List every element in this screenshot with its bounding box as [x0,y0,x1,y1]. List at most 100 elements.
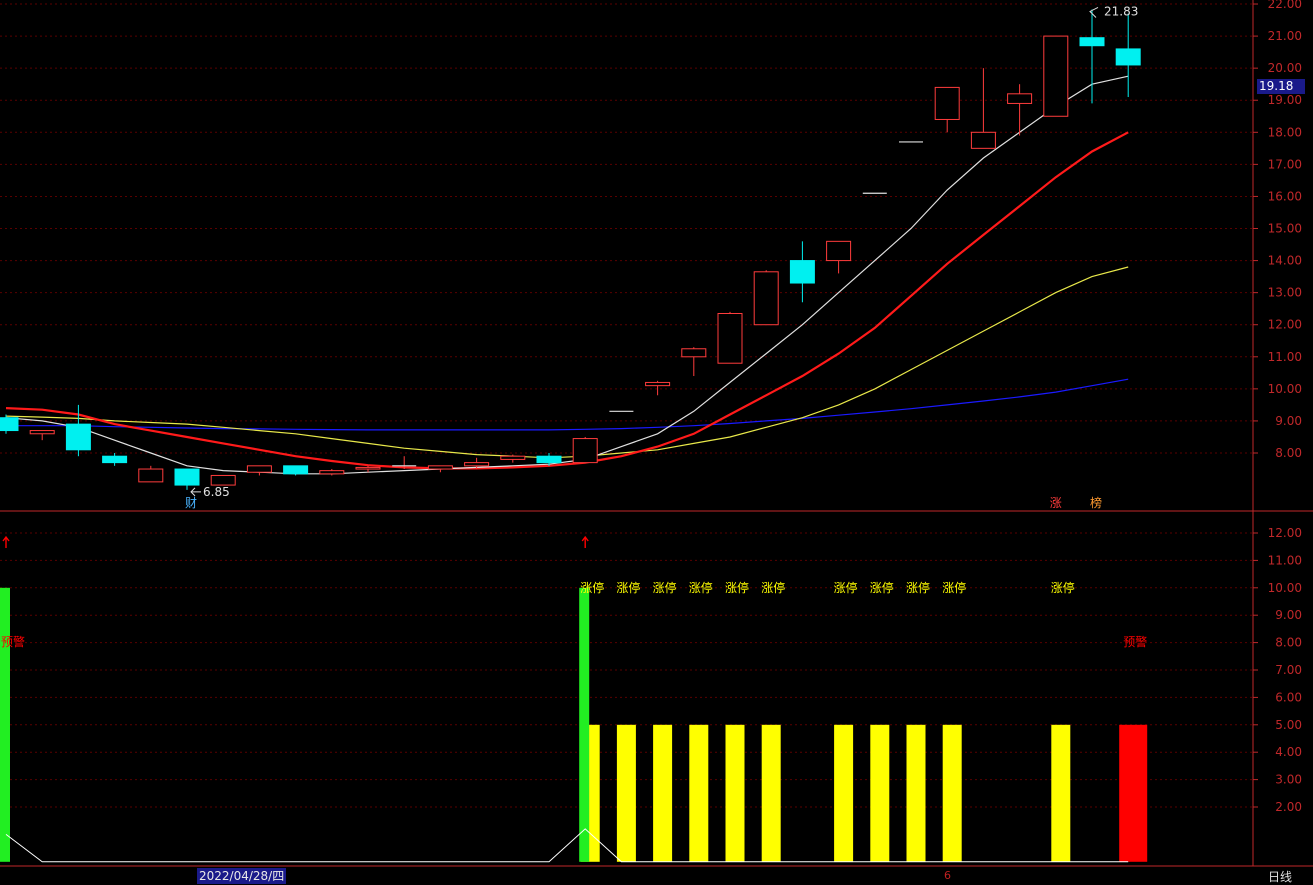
indicator-tick-label: 10.00 [1268,581,1302,595]
ma-line-white [5,75,1129,475]
indicator-tick-label: 6.00 [1275,690,1302,704]
ma-line-blue [6,378,1129,431]
candle [717,311,743,364]
price-tick-label: 9.00 [1275,414,1302,428]
low-price-label: 6.85 [203,485,230,499]
indicator-tick-label: 8.00 [1275,636,1302,650]
candle-body-up [138,468,164,483]
finance-tag: 财 [185,496,197,510]
candle-body-up [753,271,779,326]
indicator-tick-label: 3.00 [1275,773,1302,787]
signal-bar-green [0,587,10,862]
current-price-tag: 19.18 [1257,79,1305,94]
candle [427,465,453,473]
candle-body-up [210,474,236,486]
indicator-tick-label: 2.00 [1275,800,1302,814]
warning-label: 预警 [1123,634,1147,649]
stock-chart[interactable]: 8.00 9.00 10.00 11.00 12.00 13.00 14.00 15.00 16… [0,0,1313,885]
candle-body-up [500,455,526,460]
candle-body-down [65,423,91,451]
limit-tag: 涨 [1050,495,1062,510]
price-tick-label: 11.00 [1268,350,1302,364]
candle [681,347,707,377]
price-tick-label: 20.00 [1268,61,1302,75]
limit-up-label: 涨停 [653,580,677,595]
candle [1115,13,1141,98]
candle [1007,84,1033,136]
signal-bar [616,724,636,862]
candle-body-down [283,465,309,475]
high-marker-icon [1089,7,1099,18]
candle-body-up [319,470,345,475]
signal-bar [870,724,890,862]
signal-bar [1051,724,1071,862]
price-tick-label: 21.00 [1268,29,1302,43]
candle-body-up [464,462,490,467]
signal-bar [942,724,962,862]
candle-body-up [427,465,453,470]
candle-body-up [355,466,381,470]
price-tick-label: 10.00 [1268,382,1302,396]
candle-body-down [174,468,200,486]
limit-up-label: 涨停 [616,580,640,595]
price-tick-label: 19.00 [1268,93,1302,107]
limit-up-label: 涨停 [1051,580,1075,595]
limit-up-label: 涨停 [725,580,749,595]
indicator-tick-label: 9.00 [1275,608,1302,622]
candle [970,68,996,149]
limit-up-label: 涨停 [906,580,930,595]
candle [138,465,164,483]
warning-label: 预警 [1,634,25,649]
price-tick-label: 13.00 [1268,286,1302,300]
limit-up-label: 涨停 [942,580,966,595]
candle-body-up [29,430,55,435]
candle [934,86,960,133]
candle-body-up [1043,35,1069,117]
limit-up-label: 涨停 [870,580,894,595]
candle [1043,35,1069,117]
indicator-tick-label: 12.00 [1268,526,1302,540]
candle [826,240,852,274]
up-arrow-icon [2,535,10,548]
indicator-tick-label: 11.00 [1268,553,1302,567]
high-price-label: 21.83 [1104,4,1138,18]
indicator-tick-label: 5.00 [1275,718,1302,732]
period-button[interactable]: 日线 [1268,868,1292,885]
limit-up-label: 涨停 [689,580,713,595]
limit-up-label: 涨停 [580,580,604,595]
ma-line-red [5,131,1129,470]
price-tick-label: 18.00 [1268,125,1302,139]
price-tick-label: 8.00 [1275,446,1302,460]
price-tick-label: 12.00 [1268,318,1302,332]
price-tick-label: 14.00 [1268,254,1302,268]
candle-body-up [1007,93,1033,104]
price-tick-label: 16.00 [1268,189,1302,203]
candle-body-down [789,260,815,284]
candle [753,270,779,326]
candle-body-down [102,455,128,464]
candle [210,474,236,486]
candle-body-down [0,417,19,432]
signal-bar-green [579,587,590,862]
candle [572,436,598,464]
candle-body-up [970,131,996,149]
candle-body-up [572,438,598,464]
candle [283,465,309,476]
candle-body-down [1079,37,1105,47]
candle [0,414,19,434]
candle-body-up [934,86,960,120]
indicator-tick-label: 7.00 [1275,663,1302,677]
price-tick-label: 22.00 [1268,0,1302,11]
candle-body-up [826,240,852,262]
candle [319,469,345,476]
price-tick-label: 15.00 [1268,222,1302,236]
candle-body-up [645,381,671,387]
up-arrow-icon [581,535,589,548]
limit-up-label: 涨停 [834,580,858,595]
price-tick-label: 17.00 [1268,157,1302,171]
candle [29,430,55,441]
period-marker: 6 [944,869,951,882]
signal-bar [653,724,673,862]
candle-body-up [681,348,707,358]
signal-bar [906,724,926,862]
